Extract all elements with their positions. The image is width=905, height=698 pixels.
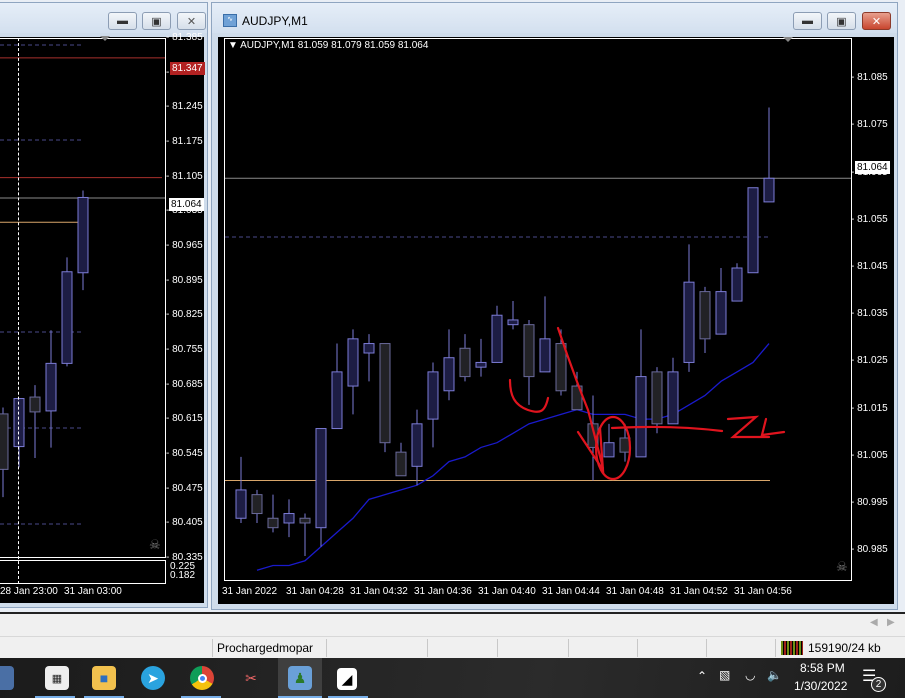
metatrader-icon[interactable]: ♟ bbox=[288, 666, 312, 690]
hand-drawn-annotations bbox=[508, 326, 786, 481]
status-bar: Prochargedmopar 159190/24 kb bbox=[0, 636, 905, 658]
connection-traffic-icon bbox=[781, 641, 803, 655]
telegram-icon[interactable]: ➤ bbox=[141, 666, 165, 690]
clock-date[interactable]: 1/30/2022 bbox=[794, 679, 847, 693]
volume-icon[interactable]: 🔈 bbox=[767, 668, 782, 682]
notification-count-badge: 2 bbox=[871, 677, 886, 692]
scroll-left-button[interactable]: ◀ bbox=[870, 617, 878, 628]
calculator-icon[interactable]: ▦ bbox=[45, 666, 69, 690]
annotation-u-curve bbox=[508, 378, 550, 413]
wifi-icon[interactable]: ◡ bbox=[745, 668, 755, 682]
pinned-app-icon[interactable] bbox=[0, 666, 14, 690]
notepad-icon[interactable]: ◢ bbox=[337, 668, 357, 690]
snipping-tool-icon[interactable]: ✂ bbox=[239, 666, 263, 690]
chrome-icon[interactable] bbox=[190, 666, 214, 690]
annotation-zl-letters bbox=[726, 415, 786, 439]
clock-time[interactable]: 8:58 PM bbox=[800, 661, 845, 675]
battery-icon[interactable]: ▧ bbox=[719, 668, 730, 682]
windows-taskbar: ▦ ■ ➤ ✂ ♟ ◢ ⌃ ▧ ◡ 🔈 8:58 PM 1/30/2022 ☰ … bbox=[0, 658, 905, 698]
status-traffic: 159190/24 kb bbox=[808, 641, 881, 655]
status-profile: Prochargedmopar bbox=[217, 641, 314, 655]
mdi-scroll-area bbox=[0, 612, 905, 636]
show-hidden-icons[interactable]: ⌃ bbox=[697, 669, 707, 683]
scroll-right-button[interactable]: ▶ bbox=[887, 617, 895, 628]
annotation-line bbox=[610, 425, 724, 433]
file-explorer-icon[interactable]: ■ bbox=[92, 666, 116, 690]
